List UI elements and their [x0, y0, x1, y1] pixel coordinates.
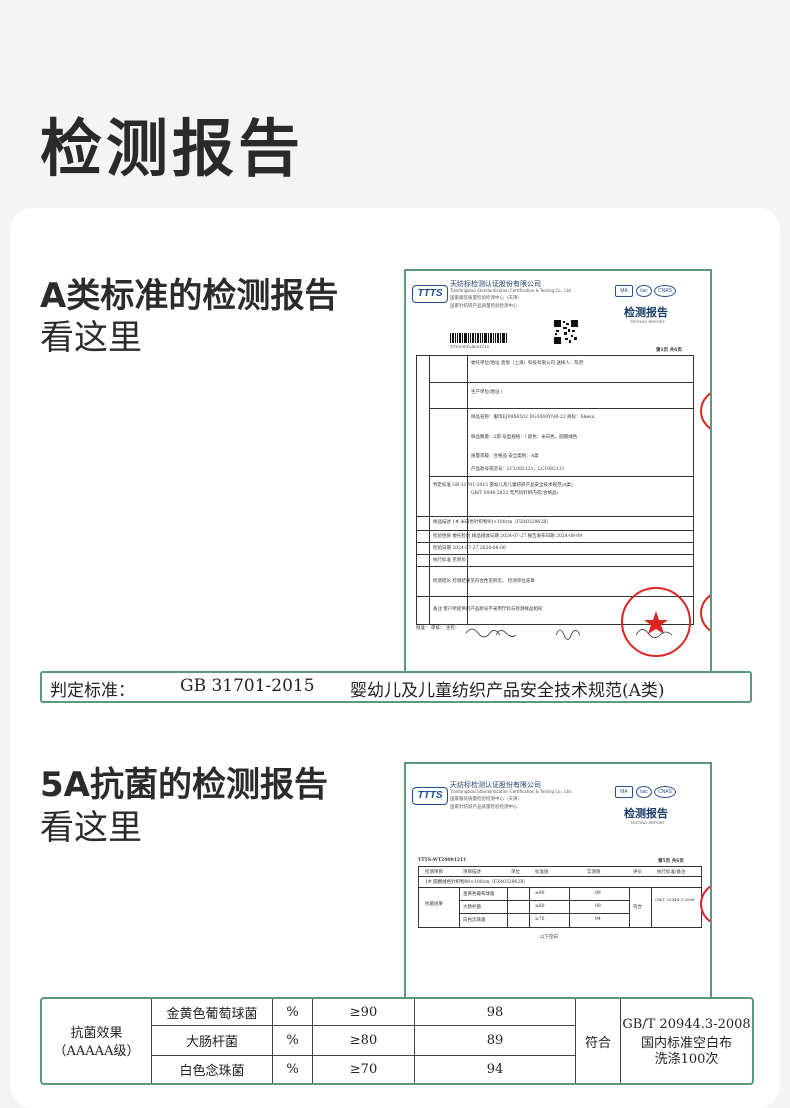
- mini-bac-2: 大肠杆菌: [463, 905, 481, 910]
- row-judgement: 判定标准 GB 31701-2015 婴幼儿及儿童纺织产品安全技术规范(A类): [433, 483, 573, 488]
- row-inspection-type: 检验性质 委托检验 样品接收日期 2024-07-27 报告发布日期 2024-…: [433, 534, 583, 539]
- ilac-badge: ilac: [636, 285, 652, 297]
- bacteria-3: 白色念珠菌: [179, 1064, 245, 1079]
- center-name-1: 国家服装质量检验检测中心（天津）: [450, 296, 522, 301]
- report-title-en: TESTING REPORT: [630, 319, 666, 324]
- center-name-1-b: 国家服装质量检验检测中心（天津）: [450, 797, 522, 802]
- cnas-badge: CNAS: [654, 285, 676, 297]
- section-b-subheading: 看这里: [40, 808, 142, 848]
- page-title: 检测报告: [40, 112, 305, 185]
- ttts-logo: TTTS: [412, 285, 448, 303]
- report-document-b: TTTS 天纺标检测认证股份有限公司 Tianfangbiao Standard…: [404, 762, 712, 999]
- col-remark: 执行标准/备注: [657, 870, 686, 875]
- standard-3: ≥70: [349, 1062, 378, 1077]
- end-note: 以下空白: [540, 935, 558, 940]
- antibacterial-item: 抗菌效果: [70, 1025, 123, 1041]
- mini-std-line: GB/T 20944.3-2008: [655, 897, 695, 902]
- page-number-b: 第5页 共6页: [658, 859, 684, 864]
- standard-code: GB 31701-2015: [180, 676, 315, 696]
- col-unit: 单位: [511, 870, 520, 875]
- signature-row: 批准： 审核： 主检：: [416, 626, 460, 631]
- report-title-b: 检测报告: [624, 807, 668, 820]
- std-line-3: 洗涤100次: [654, 1051, 719, 1067]
- row-remarks: 备注 客户所提供的产品款号不采用厅料与检测样品相同: [433, 607, 543, 612]
- row-grade: 质量等级：合格品 安全类别：A类: [471, 454, 539, 459]
- ilac-badge-b: ilac: [636, 786, 652, 798]
- report-table-a: 委托单位/地址 瓷悦（上海）科技有限公司 送样人：陈然 生产单位/地址 / 样品…: [416, 355, 694, 625]
- mini-item: 抗菌效果: [425, 902, 443, 907]
- standard-label: 判定标准：: [50, 681, 135, 701]
- mini-bac-3: 白色念珠菌: [463, 918, 486, 923]
- value-3: 94: [486, 1062, 504, 1077]
- page-number-a: 第1页 共6页: [656, 348, 682, 353]
- cnas-badge-b: CNAS: [654, 786, 676, 798]
- mini-std-2: ≥80: [535, 904, 545, 909]
- unit-2: %: [286, 1033, 299, 1048]
- report-code: TTTS-WT24091211: [450, 344, 490, 349]
- row-judgement-2: GB/T 8946-2022 无尺码针织内衣(合格品): [471, 491, 559, 496]
- row-producer: 生产单位/地址 /: [471, 390, 503, 395]
- red-seal-icon: [621, 587, 691, 657]
- row-conclusion: 检测结论 检测结果见符合性见附页。 检测单位盖章: [433, 579, 535, 584]
- standard-bar: 判定标准： GB 31701-2015 婴幼儿及儿童纺织产品安全技术规范(A类): [40, 671, 752, 703]
- report-title: 检测报告: [624, 306, 668, 319]
- org-name-en-b: Tianfangbiao Standardization Certificati…: [450, 789, 572, 794]
- ttts-logo-b: TTTS: [412, 787, 448, 805]
- col-measured: 实测值: [587, 870, 601, 875]
- value-1: 98: [486, 1004, 504, 1020]
- sample-row: 1# 圆圈绒色针织物90×100cm（FZ4032962B）: [425, 880, 529, 885]
- mini-std-3: ≥70: [535, 917, 545, 922]
- col-standard: 标准值: [535, 870, 549, 875]
- org-name-en: Tianfangbiao Standardization Certificati…: [450, 288, 572, 293]
- mini-val-3: 94: [595, 917, 601, 922]
- unit-3: %: [286, 1062, 299, 1077]
- standard-1: ≥90: [349, 1004, 378, 1020]
- std-line-1: GB/T 20944.3-2008: [622, 1016, 751, 1032]
- bacteria-1: 金黄色葡萄球菌: [166, 1006, 258, 1022]
- row-exec-standard: 执行标准 见附页: [433, 558, 466, 563]
- section-a-subheading: 看这里: [40, 318, 142, 358]
- report-document-a: TTTS 天纺标检测认证股份有限公司 Tianfangbiao Standard…: [404, 269, 712, 673]
- center-name-2: 国家针纺织产品质量检验检测中心: [450, 304, 518, 309]
- mini-bac-1: 金黄色葡萄球菌: [463, 892, 495, 897]
- antibacterial-table: 抗菌效果 （AAAAA级） 金黄色葡萄球菌 % ≥90 98 大肠杆菌 % ≥8…: [40, 997, 754, 1085]
- row-sample-name: 样品名称：服饰EJ09X6502 DG3069YNB-22 商标：Iikesu: [471, 415, 595, 420]
- qr-code-icon: [553, 319, 579, 345]
- cma-badge: MA: [615, 285, 633, 297]
- result-cell: 符合: [584, 1035, 611, 1051]
- value-2: 89: [486, 1033, 504, 1048]
- row-sample-desc: 样品描述 1# 米白色针织物90×100cm（FZ4032962B）: [433, 520, 551, 525]
- center-name-2-b: 国家针纺织产品质量检验检测中心: [450, 805, 518, 810]
- mini-val-1: 98: [595, 891, 601, 896]
- mini-result: 符合: [633, 905, 642, 910]
- edge-seal-icon: [700, 389, 710, 433]
- row-inspection-date: 检验日期 2024-07-27 2024-08-06: [433, 546, 506, 551]
- unit-1: %: [286, 1004, 299, 1020]
- section-b-heading: 5A抗菌的检测报告: [40, 765, 328, 805]
- mini-val-2: 89: [595, 904, 601, 909]
- antibacterial-grade: （AAAAA级）: [53, 1043, 140, 1059]
- row-sample-qty: 样品数量：2袋 号型规格：/ 颜色：米白色、圆圈绒色: [471, 435, 578, 440]
- row-client: 委托单位/地址 瓷悦（上海）科技有限公司 送样人：陈然: [471, 361, 584, 366]
- cma-badge-b: MA: [615, 786, 633, 798]
- mini-std-1: ≥90: [535, 891, 545, 896]
- edge-seal-2-icon: [700, 591, 710, 635]
- row-style-no: 产品款号或货号：LC1082121，LC1082111: [471, 467, 565, 472]
- standard-name: 婴幼儿及儿童纺织产品安全技术规范(A类): [350, 681, 665, 701]
- report-code-b: TTTS-WT24091211: [418, 858, 467, 863]
- col-desc: 项目描述: [463, 870, 481, 875]
- report-title-en-b: TESTING REPORT: [630, 820, 666, 825]
- col-eval: 评价: [633, 870, 642, 875]
- report-table-b: 检测项目 项目描述 单位 标准值 实测值 评价 执行标准/备注 1# 圆圈绒色针…: [418, 866, 702, 928]
- bacteria-2: 大肠杆菌: [185, 1035, 238, 1050]
- col-item: 检测项目: [425, 870, 443, 875]
- standard-2: ≥80: [349, 1033, 378, 1048]
